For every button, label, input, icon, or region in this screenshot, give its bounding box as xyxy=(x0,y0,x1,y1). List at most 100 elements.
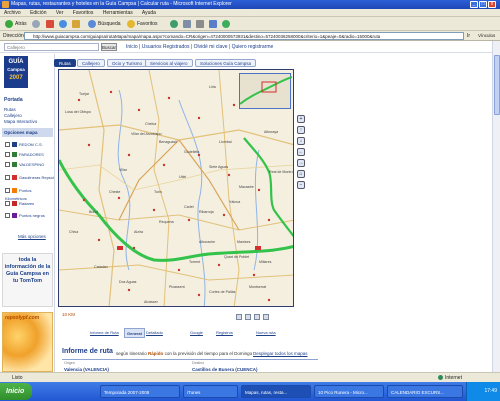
map-town-label: Macastre xyxy=(239,185,254,189)
zoom-in-button[interactable]: + xyxy=(297,115,305,123)
map-option-item[interactable]: Puntos Kilométricos xyxy=(5,187,54,201)
logo-year: 2007 xyxy=(9,75,23,81)
email-map-icon[interactable] xyxy=(245,314,251,320)
report-tabs: Informe de Ruta General Detallado Google… xyxy=(84,328,314,340)
tab-callejero[interactable]: Callejero xyxy=(77,59,105,67)
home-button[interactable] xyxy=(70,19,84,29)
tab-google[interactable]: Google xyxy=(190,328,203,338)
menu-ver[interactable]: Ver xyxy=(56,10,64,16)
back-button[interactable]: Atrás xyxy=(3,19,29,29)
layer-icon xyxy=(12,175,17,181)
map-town-label: Godelleta xyxy=(184,150,200,154)
fullscreen-map-icon[interactable] xyxy=(263,314,269,320)
minimize-button[interactable]: _ xyxy=(470,1,478,8)
forward-button[interactable] xyxy=(30,19,44,29)
home-view-button[interactable]: ⌂ xyxy=(297,170,305,178)
save-map-icon[interactable] xyxy=(254,314,260,320)
page-scrollbar[interactable] xyxy=(492,41,500,372)
site-search-strip: Buscar Inicio | Usuarios Registrados | O… xyxy=(0,41,492,53)
site-search-input[interactable] xyxy=(4,43,99,51)
menu-archivo[interactable]: Archivo xyxy=(4,10,21,16)
history-button[interactable] xyxy=(168,19,182,29)
print-icon xyxy=(196,19,204,28)
layer-icon xyxy=(12,162,17,168)
pan-left-button[interactable]: ← xyxy=(297,148,305,156)
map-option-item[interactable]: Puntos negros xyxy=(5,212,45,220)
overview-minimap[interactable] xyxy=(239,73,293,109)
edit-button[interactable] xyxy=(207,19,221,29)
repsol-ad-banner[interactable]: repsolypf.com xyxy=(2,312,53,372)
more-options-link[interactable]: Más opciones xyxy=(18,234,46,239)
menu-herramientas[interactable]: Herramientas xyxy=(103,10,133,16)
taskbar-item[interactable]: iTunes xyxy=(183,385,238,398)
route-map[interactable]: Villar del Arzobispo Chelva Tuéjar Losa del… xyxy=(58,69,294,307)
menu-edicion[interactable]: Edición xyxy=(30,10,46,16)
pan-down-button[interactable]: ↓ xyxy=(297,137,305,145)
site-search-button[interactable]: Buscar xyxy=(101,43,117,51)
search-button[interactable]: Búsqueda xyxy=(86,19,123,29)
checkbox[interactable] xyxy=(5,201,10,207)
checkbox[interactable] xyxy=(5,162,10,168)
new-route-link[interactable]: Nueva ruta xyxy=(256,328,276,338)
sidebar-link-mapa-interactivo[interactable]: Mapa Interactivo xyxy=(4,119,37,124)
menu-ayuda[interactable]: Ayuda xyxy=(142,10,156,16)
tomtom-promo[interactable]: toda la información de la Guía Campsa en… xyxy=(2,253,53,307)
map-option-item[interactable]: VALDESPINO xyxy=(5,161,44,169)
scrollbar-thumb[interactable] xyxy=(494,55,500,115)
refresh-button[interactable] xyxy=(57,19,71,29)
checkbox[interactable] xyxy=(5,213,10,219)
tab-detallado[interactable]: Detallado xyxy=(146,328,163,338)
checkbox[interactable] xyxy=(5,188,10,194)
print-button[interactable] xyxy=(194,19,208,29)
tab-servicios[interactable]: Servicios al viajero xyxy=(145,59,193,67)
tab-soluciones[interactable]: Soluciones Guía Campsa xyxy=(195,59,257,67)
print-map-icon[interactable] xyxy=(236,314,242,320)
taskbar-item[interactable]: Temporada 2007-2008 xyxy=(100,385,180,398)
tab-informe-ruta[interactable]: Informe de Ruta xyxy=(90,328,119,338)
browser-toolbar: Atrás Búsqueda Favoritos xyxy=(0,17,500,31)
sidebar-link-callejero[interactable]: Callejero xyxy=(4,113,22,118)
favorites-button[interactable]: Favoritos xyxy=(125,19,160,29)
map-option-item[interactable]: Radares xyxy=(5,200,34,208)
stop-button[interactable] xyxy=(44,19,58,29)
search-icon xyxy=(88,19,96,28)
checkbox[interactable] xyxy=(5,142,10,148)
tab-general[interactable]: General xyxy=(124,328,145,338)
sidebar-link-rutas[interactable]: Rutas xyxy=(4,107,16,112)
map-option-item[interactable]: REDOM C.S. xyxy=(5,141,43,149)
window-titlebar[interactable]: Mapas, rutas, restaurantes y hoteles en … xyxy=(0,0,500,9)
taskbar-item[interactable]: CALENDARIO EXCURS... xyxy=(387,385,463,398)
checkbox[interactable] xyxy=(5,152,10,158)
map-option-item[interactable]: Gasolineras Repsol xyxy=(5,174,54,182)
expand-all-maps-link[interactable]: Desplegar todos los mapas xyxy=(253,351,308,356)
tab-rutas[interactable]: Rutas xyxy=(54,59,76,67)
checkbox[interactable] xyxy=(5,175,10,181)
taskbar-item[interactable]: 10 Pico Runera - Micro... xyxy=(314,385,384,398)
account-links[interactable]: Inicio | Usuarios Registrados | Olvidé m… xyxy=(126,44,273,50)
map-town-label: Requena xyxy=(159,220,174,224)
map-town-label: Tuéjar xyxy=(79,92,90,96)
maximize-button[interactable]: □ xyxy=(479,1,487,8)
tab-ocio-turismo[interactable]: Ocio y Turismo xyxy=(107,59,148,67)
links-label[interactable]: Vínculos xyxy=(478,33,495,38)
messenger-button[interactable] xyxy=(220,19,234,29)
layer-icon xyxy=(12,152,17,158)
stop-icon xyxy=(46,19,54,28)
pan-right-button[interactable]: → xyxy=(297,159,305,167)
taskbar-item-active[interactable]: Mapas, rutas, resta... xyxy=(241,385,311,398)
sidebar-section-title[interactable]: Portada xyxy=(4,97,23,103)
guia-campsa-logo[interactable]: GUÍA Campsa 2007 xyxy=(4,56,28,88)
close-button[interactable]: x xyxy=(488,1,496,8)
mail-button[interactable] xyxy=(181,19,195,29)
map-option-item[interactable]: PARADORES xyxy=(5,151,44,159)
system-tray-clock[interactable]: 17:49 xyxy=(466,382,500,401)
start-button[interactable]: Inicio xyxy=(0,383,32,400)
zoom-out-button[interactable]: − xyxy=(297,181,305,189)
map-town-label: Benaguasil xyxy=(159,140,177,144)
map-town-label: Chelva xyxy=(145,122,157,126)
pan-up-button[interactable]: ↑ xyxy=(297,126,305,134)
menu-favoritos[interactable]: Favoritos xyxy=(73,10,94,16)
map-town-label: Chiva xyxy=(69,230,79,234)
url-field[interactable]: http://www.guiacampsa.com/guiapsa/rutaMa… xyxy=(24,32,464,40)
tab-registros[interactable]: Registros xyxy=(216,328,233,338)
